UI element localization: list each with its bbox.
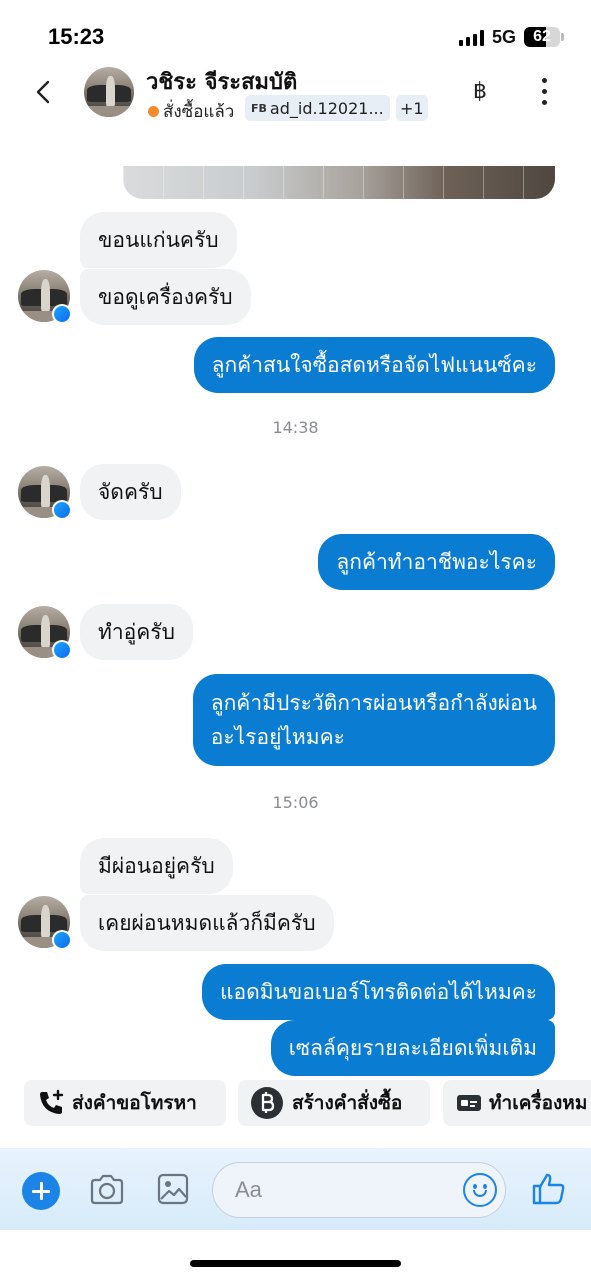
- incoming-message[interactable]: ทำอู่ครับ: [80, 604, 193, 660]
- incoming-message[interactable]: มีผ่อนอยู่ครับ: [80, 838, 233, 894]
- emoji-icon[interactable]: [463, 1173, 497, 1207]
- order-status-label: สั่งซื้อแล้ว: [163, 102, 235, 122]
- status-bar: 15:23 5G 62: [0, 0, 591, 62]
- status-time: 15:23: [48, 24, 105, 49]
- outgoing-message[interactable]: แอดมินขอเบอร์โทรติดต่อได้ไหมคะ: [201, 964, 555, 1020]
- battery-tip: [561, 33, 564, 41]
- sender-avatar[interactable]: [18, 606, 72, 660]
- create-order-button[interactable]: สร้างคำสั่งซื้อ: [238, 1080, 430, 1126]
- quick-actions-bar[interactable]: ส่งคำขอโทรหา สร้างคำสั่งซื้อ ทำเครื่องหม: [0, 1080, 591, 1126]
- ad-tag-chip[interactable]: FB ad_id.12021...: [245, 95, 390, 121]
- fb-tag-prefix: FB: [251, 101, 267, 115]
- outgoing-message[interactable]: ลูกค้าทำอาชีพอะไรคะ: [318, 534, 555, 590]
- messenger-icon: [52, 930, 72, 950]
- contact-avatar[interactable]: [84, 67, 134, 117]
- add-attachment-button[interactable]: [22, 1172, 60, 1210]
- phone-plus-icon: [40, 1089, 64, 1114]
- more-tags-chip[interactable]: +1: [396, 95, 428, 121]
- cellular-signal-icon: [459, 30, 485, 46]
- gallery-icon[interactable]: [156, 1172, 190, 1206]
- request-call-label: ส่งคำขอโทรหา: [72, 1092, 197, 1114]
- back-button[interactable]: [28, 76, 60, 108]
- request-call-button[interactable]: ส่งคำขอโทรหา: [24, 1080, 226, 1126]
- more-options-icon[interactable]: [530, 74, 560, 110]
- sender-avatar[interactable]: [18, 270, 72, 324]
- bitcoin-baht-icon: [251, 1087, 283, 1119]
- message-input[interactable]: Aa: [212, 1162, 506, 1218]
- order-status: สั่งซื้อแล้ว: [148, 98, 234, 125]
- outgoing-message[interactable]: ลูกค้าสนใจซื้อสดหรือจัดไฟแนนซ์คะ: [193, 337, 555, 393]
- outgoing-message-line: อะไรอยู่ไหมคะ: [210, 725, 345, 749]
- outgoing-message[interactable]: เซลล์คุยรายละเอียดเพิ่มเติม: [270, 1020, 555, 1076]
- order-status-dot: [148, 106, 159, 117]
- messenger-icon: [52, 640, 72, 660]
- battery-level: 62: [533, 28, 551, 45]
- timestamp: 15:06: [272, 793, 319, 812]
- message-list[interactable]: ขอนแก่นครับ ขอดูเครื่องครับ ลูกค้าสนใจซื…: [0, 128, 591, 1080]
- incoming-message[interactable]: จัดครับ: [80, 464, 181, 520]
- ad-tag-label: ad_id.12021...: [269, 98, 384, 118]
- incoming-message[interactable]: เคยผ่อนหมดแล้วก็มีครับ: [80, 895, 334, 951]
- outgoing-message-line: ลูกค้ามีประวัติการผ่อนหรือกำลังผ่อน: [210, 691, 537, 715]
- mark-label: ทำเครื่องหม: [489, 1092, 588, 1114]
- id-card-icon: [457, 1095, 481, 1111]
- incoming-message[interactable]: ขอดูเครื่องครับ: [80, 269, 251, 325]
- message-input-placeholder: Aa: [235, 1177, 262, 1202]
- outgoing-message[interactable]: ลูกค้ามีประวัติการผ่อนหรือกำลังผ่อน อะไร…: [192, 674, 555, 766]
- thumbs-up-icon[interactable]: [530, 1170, 568, 1208]
- camera-icon[interactable]: [88, 1172, 126, 1208]
- chat-header: วชิระ จีระสมบัติ สั่งซื้อแล้ว FB ad_id.1…: [0, 62, 591, 128]
- timestamp: 14:38: [272, 418, 319, 437]
- network-type: 5G: [492, 27, 517, 47]
- home-indicator: [190, 1260, 401, 1267]
- sender-avatar[interactable]: [18, 466, 72, 520]
- image-message[interactable]: [123, 166, 555, 199]
- chevron-left-icon: [36, 80, 50, 104]
- sender-avatar[interactable]: [18, 896, 72, 950]
- create-order-label: สร้างคำสั่งซื้อ: [292, 1092, 403, 1114]
- messenger-icon: [52, 304, 72, 324]
- battery-icon: 62: [524, 27, 560, 47]
- messenger-icon: [52, 500, 72, 520]
- incoming-message[interactable]: ขอนแก่นครับ: [80, 212, 237, 268]
- contact-name[interactable]: วชิระ จีระสมบัติ: [146, 64, 297, 99]
- mark-button[interactable]: ทำเครื่องหม: [443, 1080, 591, 1126]
- message-composer: Aa: [0, 1148, 591, 1230]
- baht-icon[interactable]: ฿: [466, 78, 494, 106]
